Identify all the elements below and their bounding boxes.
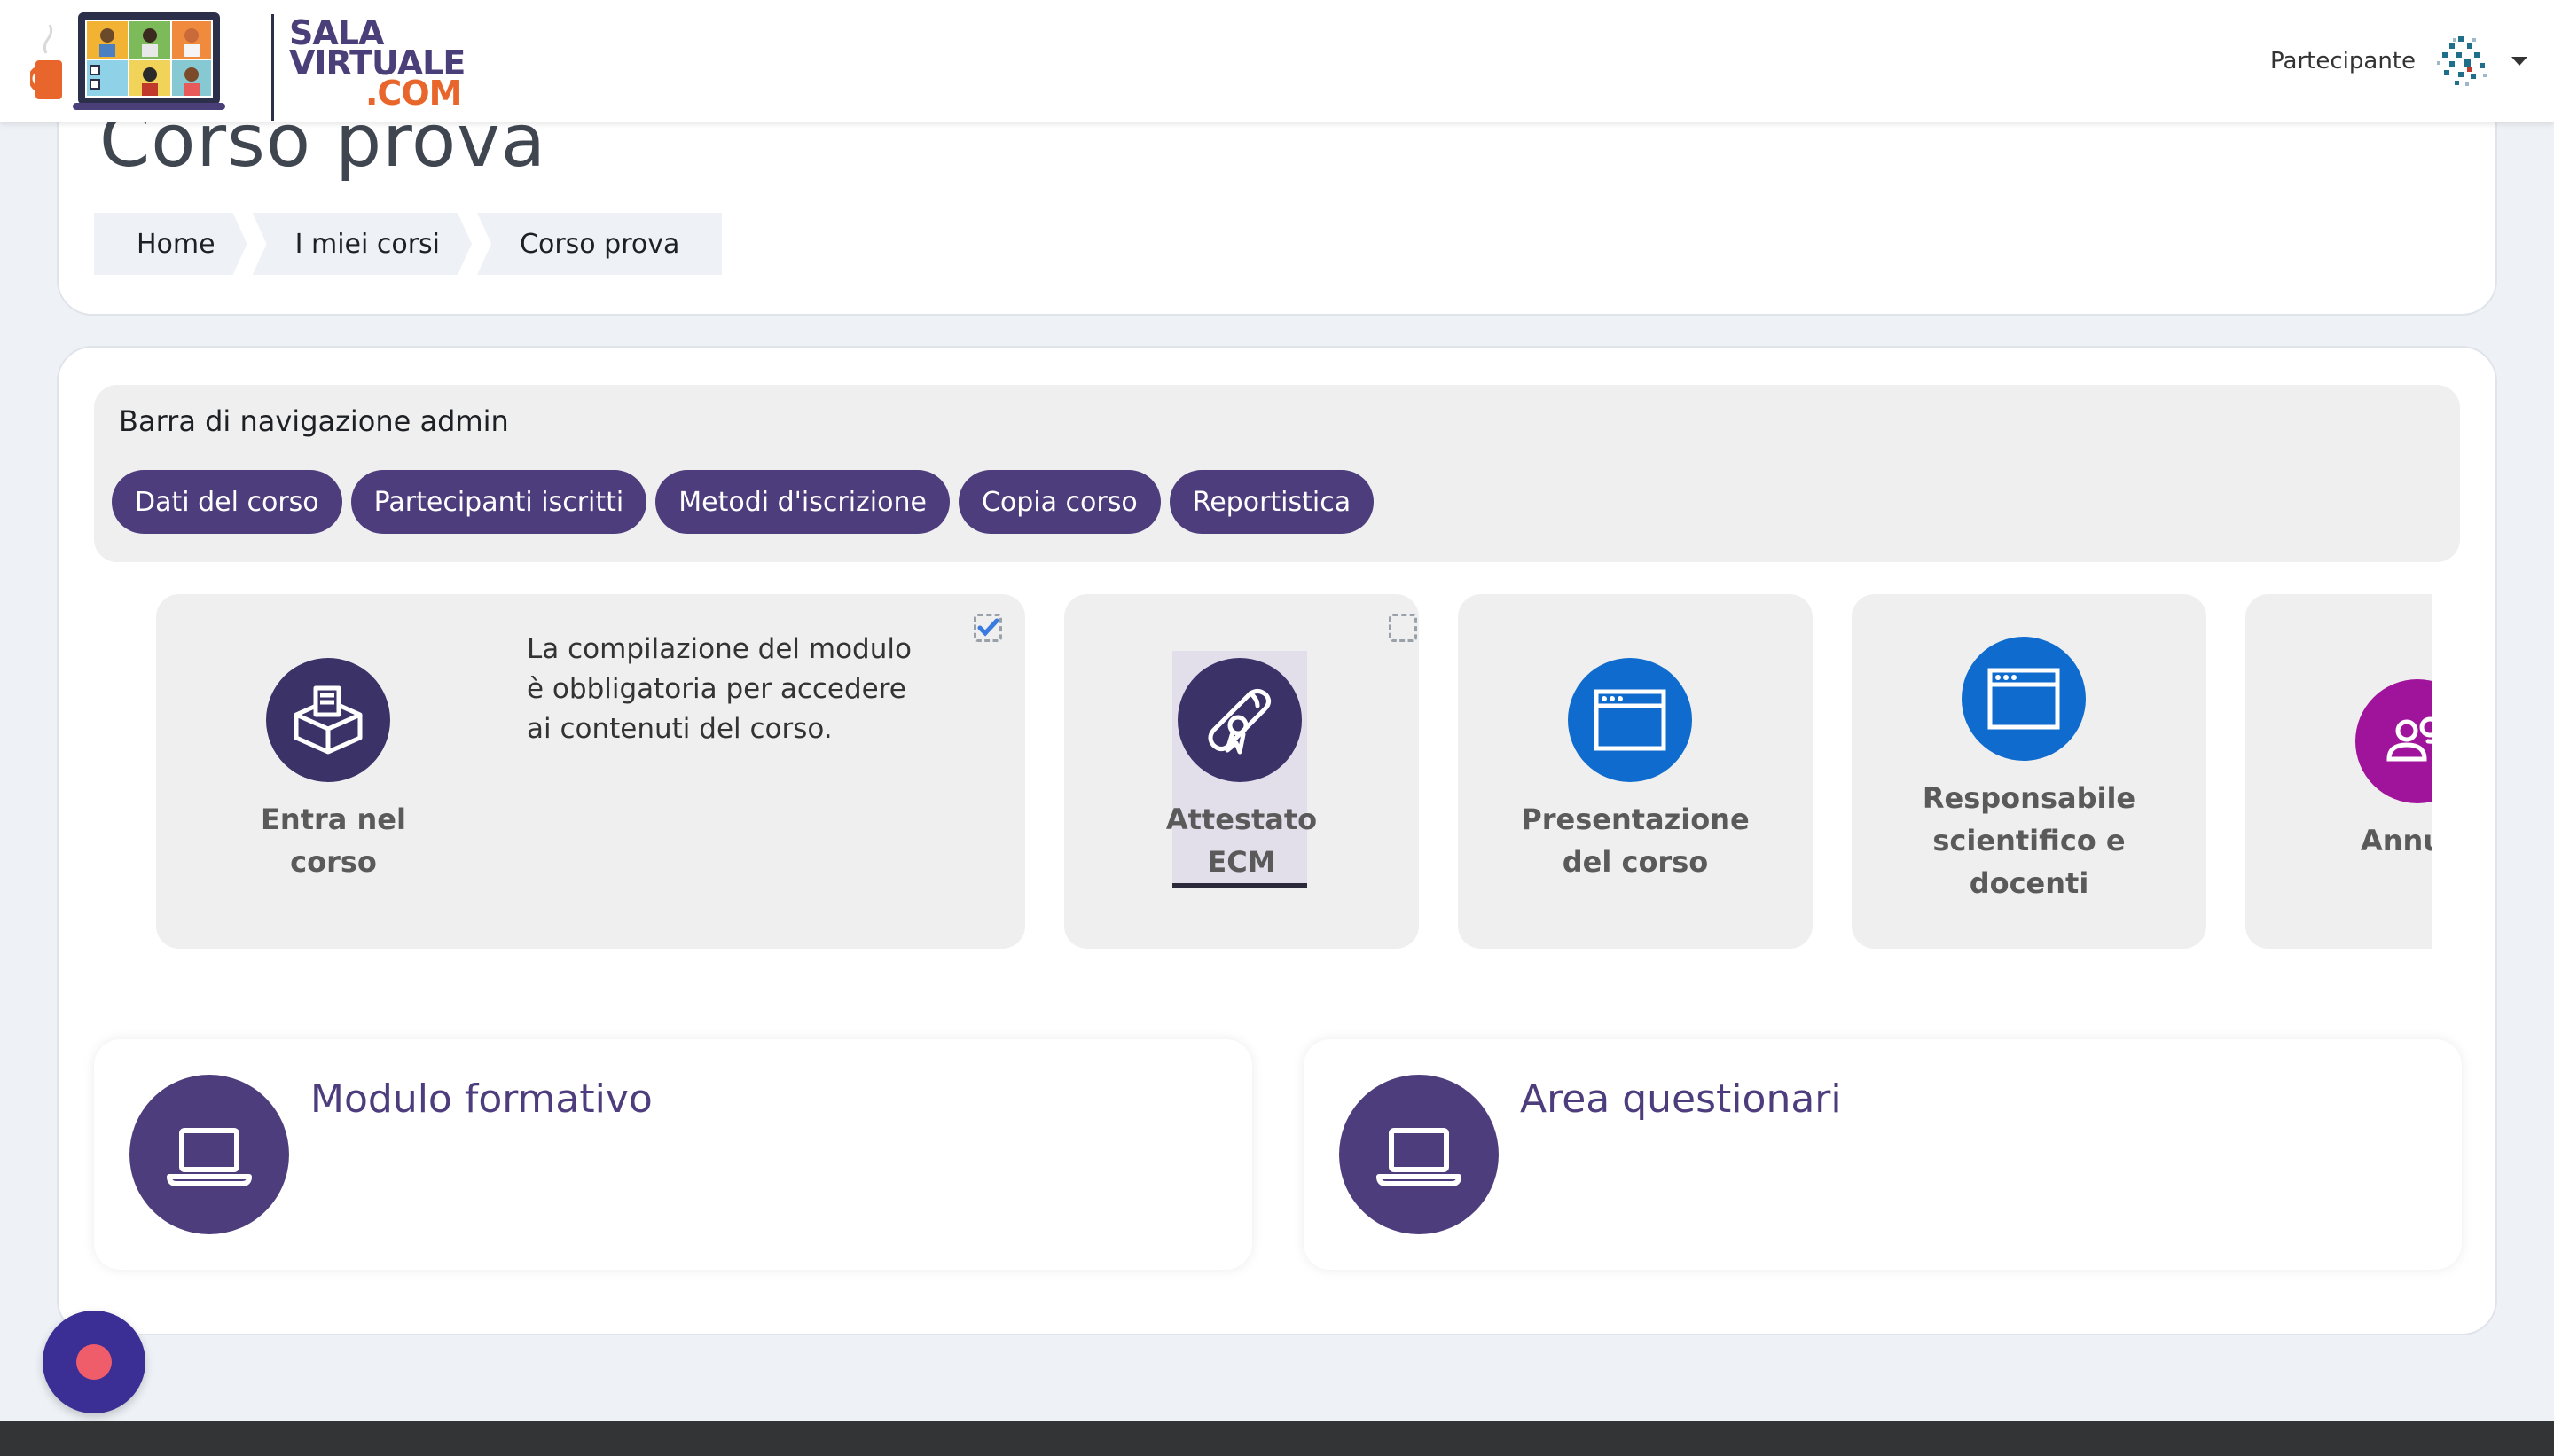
logo-divider — [271, 14, 274, 121]
admin-nav-buttons: Dati del corso Partecipanti iscritti Met… — [112, 470, 1383, 534]
laptop-icon — [129, 1075, 289, 1234]
record-dot-icon — [76, 1344, 112, 1380]
section-title[interactable]: Modulo formativo — [310, 1076, 653, 1122]
tile-label: Annu — [2361, 819, 2432, 862]
tile-label-line: corso — [290, 845, 377, 879]
reports-button[interactable]: Reportistica — [1169, 470, 1375, 534]
checkmark-icon — [977, 618, 999, 637]
logo-line-3: .COM — [365, 74, 462, 113]
tile-label-line: scientifico e — [1932, 824, 2126, 857]
tile-label-line: docenti — [1969, 866, 2089, 900]
tile-label: Responsabile scientifico e docenti — [1896, 777, 2162, 904]
breadcrumb-home[interactable]: Home — [94, 213, 247, 275]
focus-underline — [1172, 883, 1307, 888]
section-card-training-module[interactable]: Modulo formativo — [94, 1039, 1252, 1270]
logo-illustration-icon — [27, 12, 225, 110]
avatar[interactable] — [2433, 33, 2490, 90]
browser-window-icon — [1568, 658, 1692, 782]
completion-checkbox[interactable] — [1389, 614, 1417, 642]
tile-ecm-certificate[interactable]: Attestato ECM — [1064, 594, 1419, 949]
user-menu[interactable]: Partecipante — [2270, 30, 2527, 92]
admin-nav-title: Barra di navigazione admin — [119, 404, 509, 438]
tile-label-line: Presentazione — [1521, 802, 1750, 836]
tile-label: Presentazione del corso — [1502, 798, 1768, 883]
diploma-icon — [1178, 658, 1302, 782]
tile-label-line: Attestato — [1165, 802, 1318, 836]
breadcrumb-current-course[interactable]: Corso prova — [477, 213, 723, 275]
page-footer — [0, 1421, 2554, 1456]
tile-label-line: Responsabile — [1922, 781, 2136, 815]
enrolment-methods-button[interactable]: Metodi d'iscrizione — [655, 470, 950, 534]
section-card-questionnaires[interactable]: Area questionari — [1304, 1039, 2462, 1270]
site-logo[interactable]: SALA VIRTUALE .COM — [27, 7, 466, 121]
tile-label-line: del corso — [1562, 845, 1709, 879]
tile-label-line: ECM — [1207, 845, 1276, 879]
chevron-down-icon[interactable] — [2511, 57, 2527, 66]
user-role-label: Partecipante — [2270, 48, 2416, 74]
breadcrumb-my-courses[interactable]: I miei corsi — [253, 213, 472, 275]
enrolled-participants-button[interactable]: Partecipanti iscritti — [350, 470, 647, 534]
tile-course-presentation[interactable]: Presentazione del corso — [1458, 594, 1813, 949]
ballot-box-icon — [266, 658, 390, 782]
tile-enter-course[interactable]: Entra nel corso La compilazione del modu… — [156, 594, 1025, 949]
tile-scientific-lead[interactable]: Responsabile scientifico e docenti — [1852, 594, 2206, 949]
users-icon — [2355, 679, 2432, 803]
admin-nav-bar: Barra di navigazione admin Dati del cors… — [94, 385, 2460, 562]
browser-window-icon — [1962, 637, 2086, 761]
course-data-button[interactable]: Dati del corso — [112, 470, 342, 534]
logo-text: SALA VIRTUALE .COM — [289, 16, 466, 113]
tile-label: Attestato ECM — [1153, 798, 1330, 883]
floating-record-button[interactable] — [43, 1311, 145, 1413]
completion-checkbox[interactable] — [974, 614, 1002, 642]
top-navbar: SALA VIRTUALE .COM Partecipante — [0, 0, 2554, 122]
section-title[interactable]: Area questionari — [1520, 1076, 1842, 1122]
tile-description: La compilazione del modulo è obbligatori… — [527, 633, 912, 745]
tile-announcements[interactable]: Annu — [2245, 594, 2432, 949]
copy-course-button[interactable]: Copia corso — [958, 470, 1161, 534]
breadcrumb: Home I miei corsi Corso prova — [94, 213, 727, 275]
laptop-icon — [1339, 1075, 1499, 1234]
tile-label-line: Entra nel — [261, 802, 406, 836]
tile-label: Entra nel corso — [245, 798, 422, 883]
tile-label-line: Annu — [2361, 824, 2432, 857]
activity-tiles-carousel: Entra nel corso La compilazione del modu… — [156, 594, 2432, 951]
